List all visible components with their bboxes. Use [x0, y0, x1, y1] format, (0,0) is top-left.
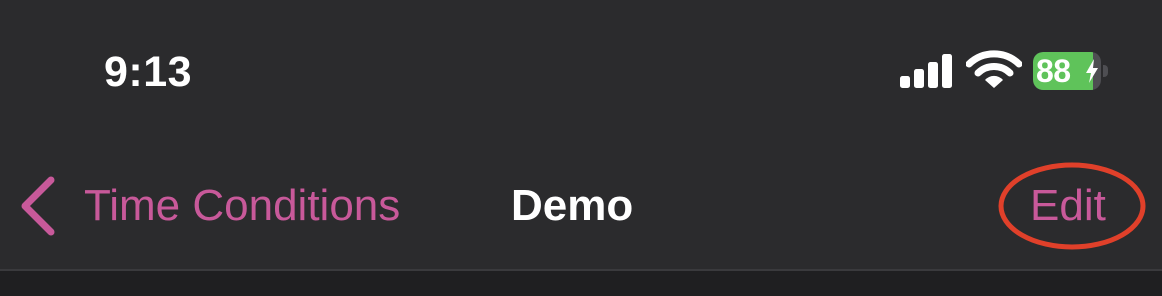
- battery-indicator: 88: [1033, 52, 1109, 90]
- back-button[interactable]: Time Conditions: [18, 172, 400, 240]
- status-time: 9:13: [104, 48, 193, 96]
- battery-percent: 88: [1036, 53, 1071, 89]
- edit-highlight-circle: [998, 162, 1146, 250]
- back-label: Time Conditions: [84, 181, 401, 230]
- battery-cap: [1103, 65, 1108, 77]
- status-bar: 9:13 88: [0, 0, 1162, 140]
- lightning-bolt-icon: [1086, 59, 1098, 83]
- chevron-left-icon: [21, 176, 55, 236]
- wifi-icon: [966, 50, 1022, 88]
- page-title: Demo: [511, 181, 634, 230]
- navigation-bar: Time Conditions Demo Edit: [0, 140, 1162, 270]
- battery-body: 88: [1033, 52, 1101, 90]
- cellular-signal-icon: [900, 54, 952, 88]
- content-area: [0, 271, 1162, 296]
